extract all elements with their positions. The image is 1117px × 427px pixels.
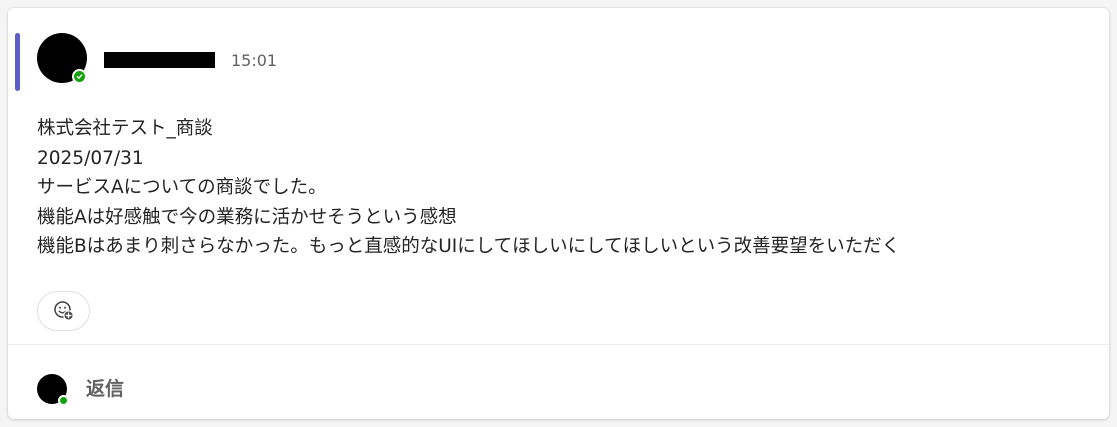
message-line: 機能Aは好感触で今の業務に活かせそうという感想 <box>37 206 457 228</box>
presence-available-icon <box>72 69 87 84</box>
add-reaction-button[interactable] <box>37 291 90 331</box>
accent-bar <box>15 33 20 91</box>
message-line: 株式会社テスト_商談 <box>37 118 213 139</box>
message-line: サービスAについての商談でした。 <box>37 177 327 198</box>
sender-name-redacted <box>104 52 215 68</box>
reply-button[interactable]: 返信 <box>8 345 1109 419</box>
presence-available-icon <box>58 395 69 406</box>
message-timestamp: 15:01 <box>231 51 278 70</box>
message-line: 2025/07/31 <box>37 147 144 169</box>
message-body: 株式会社テスト_商談 2025/07/31 サービスAについての商談でした。 機… <box>37 114 900 262</box>
message-card: 15:01 株式会社テスト_商談 2025/07/31 サービスAについての商談… <box>8 8 1109 419</box>
reply-label: 返信 <box>86 378 125 400</box>
emoji-add-icon <box>53 301 74 321</box>
message-line: 機能Bはあまり刺さらなかった。もっと直感的なUIにしてほしいにしてほしいという改… <box>37 236 901 257</box>
